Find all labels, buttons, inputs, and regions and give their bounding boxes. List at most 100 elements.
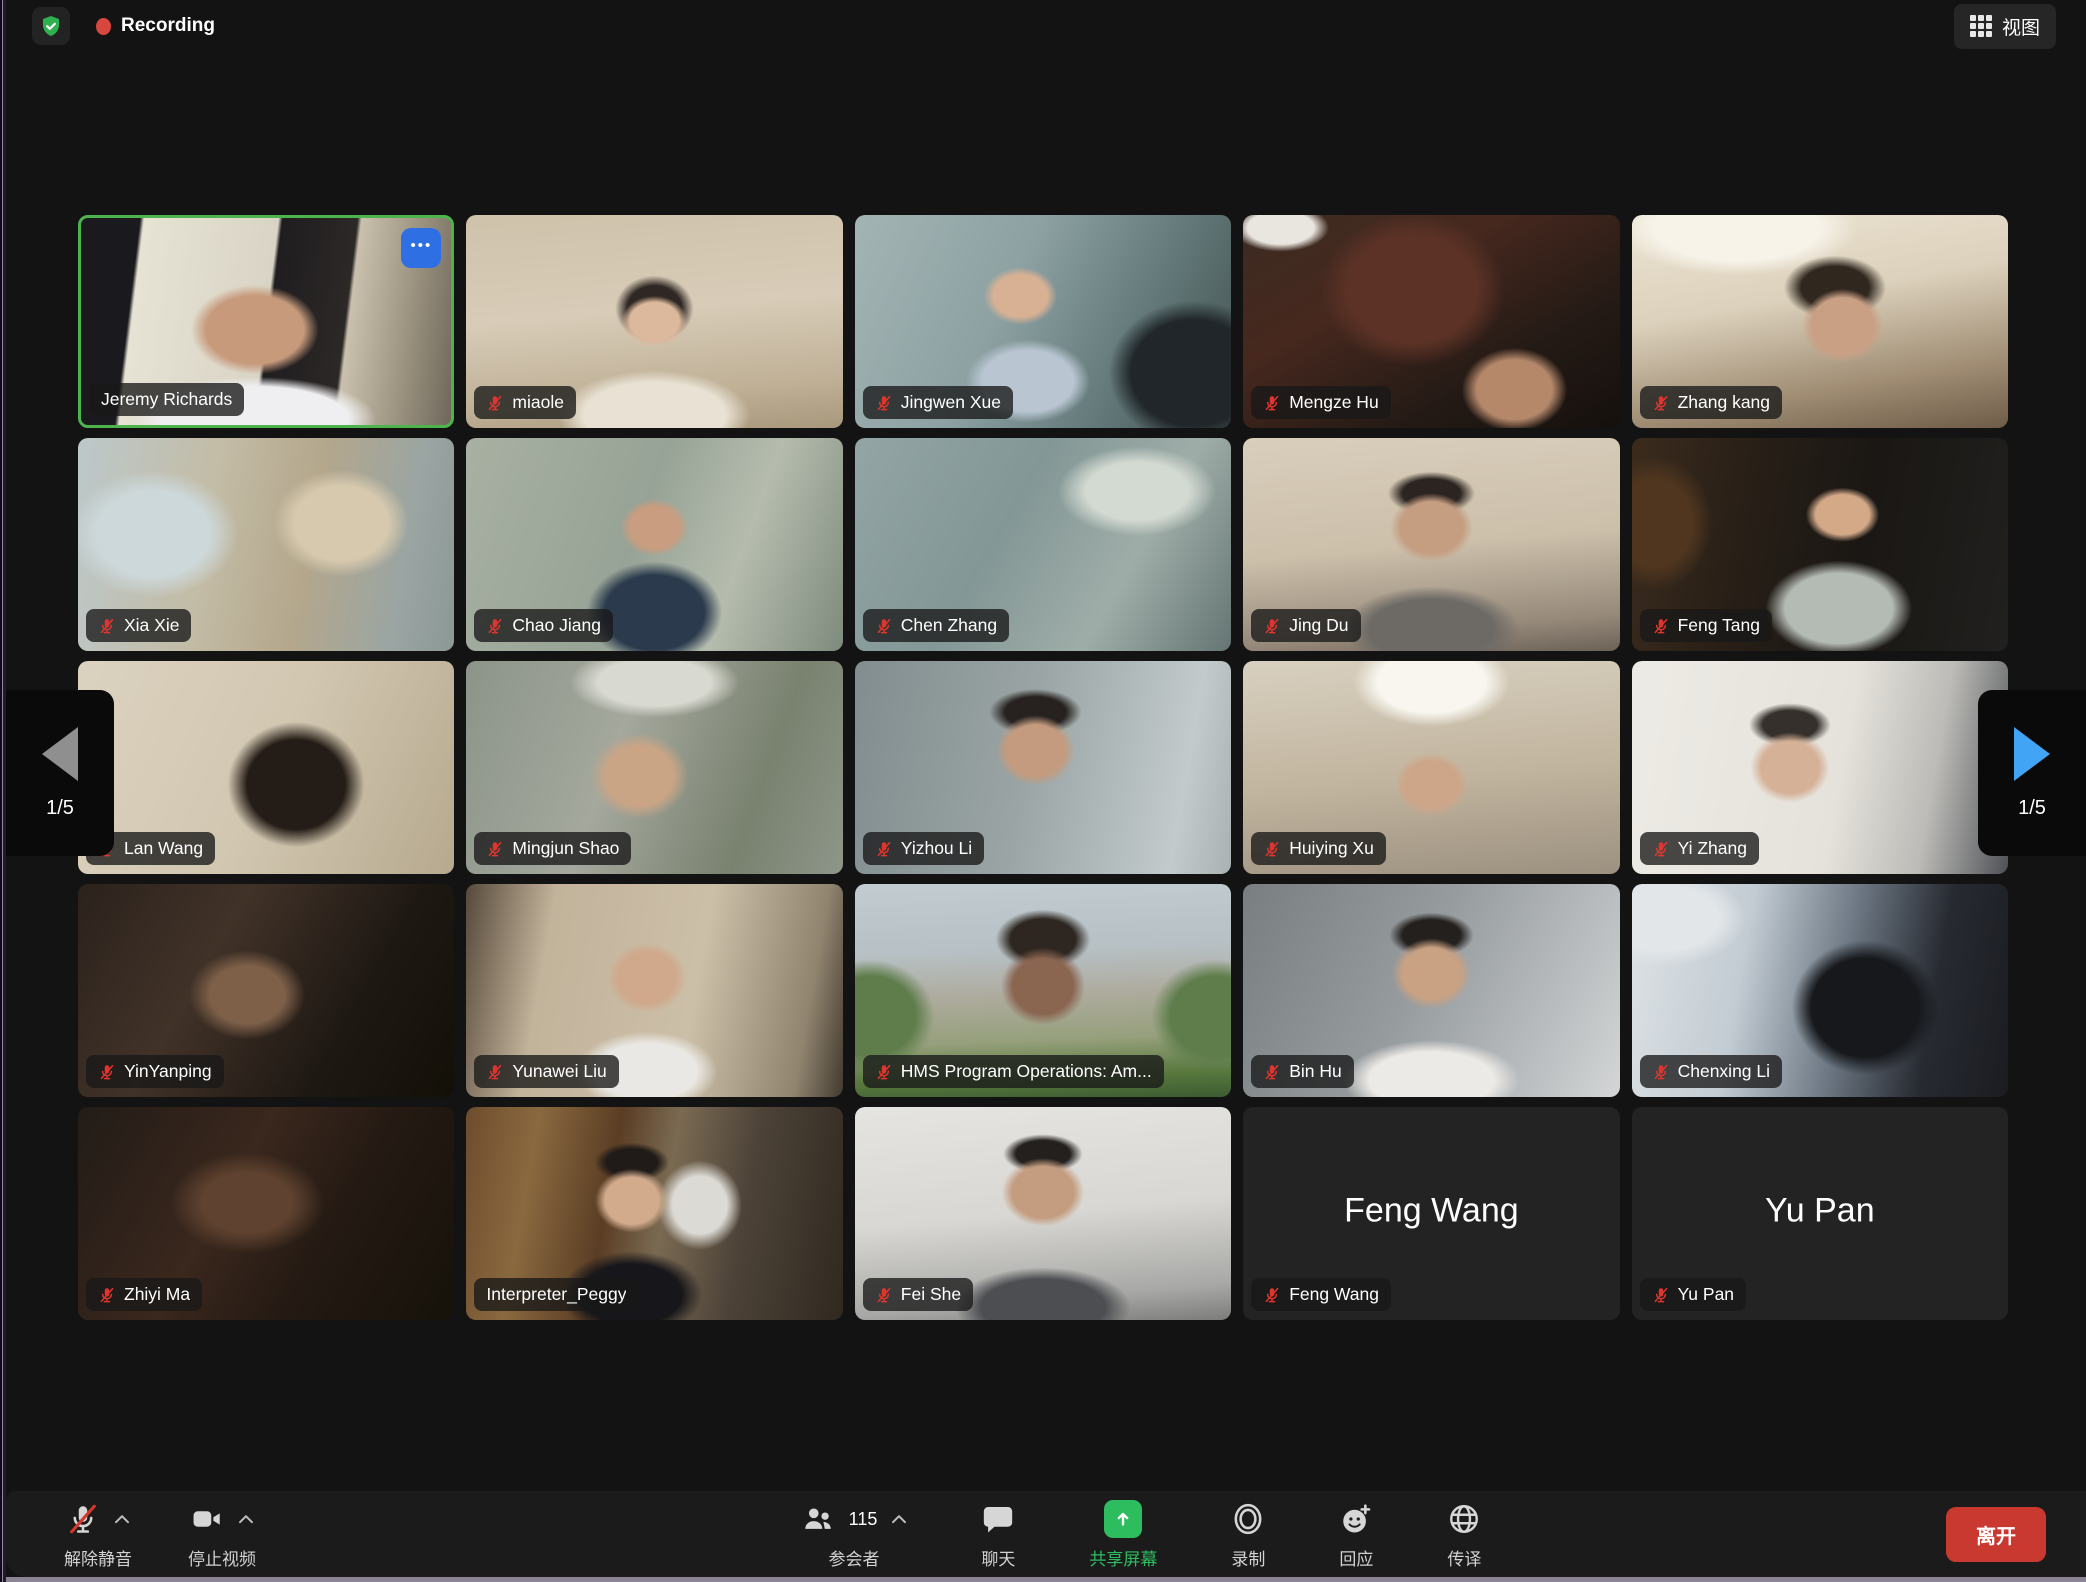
- arrow-left-icon: [42, 727, 78, 781]
- participant-nametag: Chen Zhang: [863, 609, 1009, 642]
- mic-muted-icon: [1263, 617, 1281, 635]
- participant-name: Huiying Xu: [1289, 838, 1374, 859]
- participant-name: Yi Zhang: [1678, 838, 1747, 859]
- participant-tile[interactable]: Interpreter_Peggy: [466, 1107, 842, 1320]
- participant-tile[interactable]: Bin Hu: [1243, 884, 1619, 1097]
- unmute-button[interactable]: 解除静音: [64, 1498, 132, 1570]
- ellipsis-icon: •••: [411, 238, 433, 259]
- participant-tile[interactable]: Yunawei Liu: [466, 884, 842, 1097]
- share-screen-button[interactable]: 共享屏幕: [1089, 1498, 1157, 1570]
- video-camera-icon: [190, 1502, 224, 1536]
- mic-muted-icon: [1652, 1286, 1670, 1304]
- mic-muted-icon: [486, 1063, 504, 1081]
- participants-button[interactable]: 115 参会者: [801, 1498, 908, 1570]
- more-options-button[interactable]: •••: [401, 228, 441, 268]
- participant-tile[interactable]: Xia Xie: [78, 438, 454, 651]
- participant-name: Interpreter_Peggy: [486, 1284, 626, 1305]
- mic-muted-icon: [98, 617, 116, 635]
- mic-muted-icon: [875, 617, 893, 635]
- participant-tile[interactable]: Feng Wang Feng Wang: [1243, 1107, 1619, 1320]
- participant-name: YinYanping: [124, 1061, 212, 1082]
- participants-count: 115: [849, 1509, 878, 1530]
- participant-name: Lan Wang: [124, 838, 203, 859]
- participant-nametag: Yunawei Liu: [474, 1055, 618, 1088]
- participant-nametag: Jing Du: [1251, 609, 1360, 642]
- record-button[interactable]: 录制: [1231, 1498, 1265, 1570]
- participants-icon: [801, 1502, 835, 1536]
- previous-page-button[interactable]: 1/5: [6, 690, 114, 856]
- next-page-button[interactable]: 1/5: [1978, 690, 2086, 856]
- chevron-up-icon[interactable]: [238, 1514, 254, 1524]
- participant-nametag: Mingjun Shao: [474, 832, 631, 865]
- participant-name: HMS Program Operations: Am...: [901, 1061, 1152, 1082]
- participant-tile[interactable]: miaole: [466, 215, 842, 428]
- participant-tile[interactable]: Yizhou Li: [855, 661, 1231, 874]
- participant-name: Xia Xie: [124, 615, 179, 636]
- participant-name: Jeremy Richards: [101, 389, 232, 410]
- participant-tile[interactable]: Feng Tang: [1632, 438, 2008, 651]
- participant-tile[interactable]: Fei She: [855, 1107, 1231, 1320]
- mic-muted-icon: [486, 394, 504, 412]
- participant-tile[interactable]: Yu Pan Yu Pan: [1632, 1107, 2008, 1320]
- mic-muted-icon: [1652, 617, 1670, 635]
- mic-muted-icon: [875, 394, 893, 412]
- participant-tile[interactable]: Yi Zhang: [1632, 661, 2008, 874]
- top-bar: Recording 视图: [0, 0, 2086, 52]
- window-edge: [0, 1577, 2086, 1582]
- mic-muted-icon: [98, 1063, 116, 1081]
- participant-nametag: Feng Tang: [1640, 609, 1772, 642]
- participant-tile[interactable]: Jing Du: [1243, 438, 1619, 651]
- participants-label: 参会者: [828, 1545, 879, 1570]
- interpretation-button[interactable]: 传译: [1447, 1498, 1481, 1570]
- participant-tile[interactable]: Zhiyi Ma: [78, 1107, 454, 1320]
- mic-muted-icon: [875, 1063, 893, 1081]
- stop-video-button[interactable]: 停止视频: [188, 1498, 256, 1570]
- participant-nametag: Yizhou Li: [863, 832, 984, 865]
- participant-name: Jingwen Xue: [901, 392, 1001, 413]
- view-button[interactable]: 视图: [1954, 4, 2056, 49]
- participant-tile[interactable]: Chao Jiang: [466, 438, 842, 651]
- participant-nametag: Interpreter_Peggy: [474, 1278, 638, 1311]
- participant-tile[interactable]: Lan Wang: [78, 661, 454, 874]
- participant-tile[interactable]: YinYanping: [78, 884, 454, 1097]
- participant-tile[interactable]: Mingjun Shao: [466, 661, 842, 874]
- participant-tile[interactable]: Zhang kang: [1632, 215, 2008, 428]
- mic-muted-icon: [98, 1286, 116, 1304]
- mic-muted-icon: [875, 840, 893, 858]
- window-edge: [0, 0, 6, 1582]
- participant-tile[interactable]: HMS Program Operations: Am...: [855, 884, 1231, 1097]
- participant-nametag: Huiying Xu: [1251, 832, 1386, 865]
- shield-check-icon: [39, 14, 63, 38]
- participant-tile[interactable]: Chenxing Li: [1632, 884, 2008, 1097]
- share-screen-label: 共享屏幕: [1089, 1545, 1157, 1570]
- participant-nametag: YinYanping: [86, 1055, 224, 1088]
- participant-tile[interactable]: Chen Zhang: [855, 438, 1231, 651]
- participant-tile[interactable]: Huiying Xu: [1243, 661, 1619, 874]
- chevron-up-icon[interactable]: [891, 1514, 907, 1524]
- mic-muted-icon: [1652, 840, 1670, 858]
- participant-name: Mengze Hu: [1289, 392, 1379, 413]
- stop-video-label: 停止视频: [188, 1545, 256, 1570]
- participant-nametag: Yi Zhang: [1640, 832, 1759, 865]
- chevron-up-icon[interactable]: [114, 1514, 130, 1524]
- participant-nametag: Yu Pan: [1640, 1278, 1746, 1311]
- mic-muted-icon: [486, 617, 504, 635]
- participant-tile[interactable]: ••• Jeremy Richards: [78, 215, 454, 428]
- participant-grid: ••• Jeremy Richards miaole Jingwen Xue M…: [78, 215, 2008, 1320]
- participant-nametag: Mengze Hu: [1251, 386, 1391, 419]
- chat-button[interactable]: 聊天: [981, 1498, 1015, 1570]
- security-button[interactable]: [32, 7, 70, 45]
- mic-muted-icon: [1652, 394, 1670, 412]
- participant-tile[interactable]: Jingwen Xue: [855, 215, 1231, 428]
- page-indicator: 1/5: [46, 797, 74, 820]
- recording-indicator: Recording: [96, 15, 215, 37]
- participant-nametag: Chenxing Li: [1640, 1055, 1782, 1088]
- reactions-button[interactable]: 回应: [1339, 1498, 1373, 1570]
- mic-muted-icon: [1263, 840, 1281, 858]
- page-indicator: 1/5: [2018, 797, 2046, 820]
- participant-nametag: HMS Program Operations: Am...: [863, 1055, 1164, 1088]
- participant-nametag: Chao Jiang: [474, 609, 613, 642]
- participant-tile[interactable]: Mengze Hu: [1243, 215, 1619, 428]
- participant-name: Zhiyi Ma: [124, 1284, 190, 1305]
- leave-button[interactable]: 离开: [1946, 1507, 2046, 1562]
